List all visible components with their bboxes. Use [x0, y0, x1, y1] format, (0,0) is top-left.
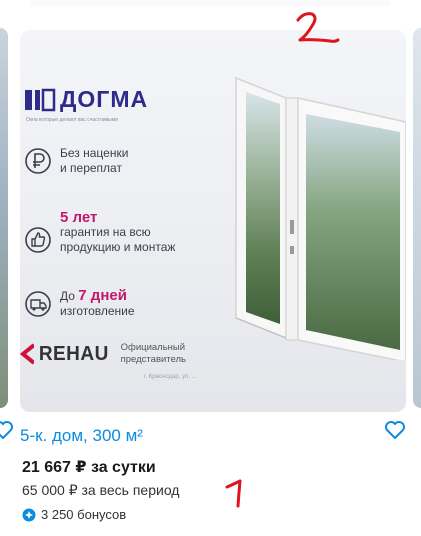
ruble-icon: [25, 148, 51, 174]
annotation-mark-2: [296, 12, 340, 43]
feature-3-prefix: До: [60, 289, 79, 303]
feature-1-line-2: и переплат: [60, 161, 122, 175]
ad-footnote: г. Краснодар, ул. ...: [144, 374, 197, 380]
listing-price: 21 667 ₽ за сутки: [22, 459, 156, 476]
feature-1-line-1: Без наценки: [60, 146, 129, 160]
feature-2-line-2: продукцию и монтаж: [60, 240, 176, 254]
feature-3-accent: 7 дней: [78, 287, 127, 304]
listing-title-link[interactable]: 5-к. дом, 300 м²: [20, 426, 143, 446]
feature-2-accent: 5 лет: [60, 209, 98, 226]
next-card-image[interactable]: [413, 28, 421, 408]
feature-3-line-2: изготовление: [60, 304, 135, 318]
partner-caption-line-2: представитель: [120, 354, 187, 365]
brand-logo: ДОГМА: [24, 86, 148, 113]
delivery-truck-icon: [25, 290, 51, 317]
bonus-badge-icon: [22, 508, 36, 521]
rehau-arrow-icon: [20, 343, 34, 365]
feature-production-time: До 7 дней изготовление: [24, 288, 135, 319]
annotation-mark-1: [225, 479, 242, 508]
previous-card-favorite-icon[interactable]: [0, 420, 14, 440]
bonus-text: 3 250 бонусов: [41, 507, 127, 522]
window-illustration: [235, 76, 406, 360]
brand-slogan: Окна которые делают вас счастливыми: [26, 117, 119, 123]
listing-photo[interactable]: ДОГМА Окна которые делают вас счастливым…: [20, 30, 406, 412]
partner-name: REHAU: [38, 342, 109, 365]
partner-logo: REHAU Официальный представитель: [20, 342, 186, 366]
listing-period-price: 65 000 ₽ за весь период: [22, 482, 180, 498]
feature-no-markup: Без наценки и переплат: [24, 146, 128, 176]
feature-warranty: 5 лет гарантия на всю продукцию и монтаж: [24, 210, 176, 255]
thumbs-up-icon: [25, 226, 51, 253]
feature-2-line-1: гарантия на всю: [60, 225, 151, 239]
favorite-heart-icon[interactable]: [384, 420, 406, 440]
listing-card[interactable]: ДОГМА Окна которые делают вас счастливым…: [20, 30, 406, 535]
brand-name: ДОГМА: [60, 86, 149, 112]
brand-mark-icon: [25, 88, 56, 111]
partner-caption-line-1: Официальный: [120, 342, 186, 353]
previous-card-image[interactable]: [0, 28, 8, 408]
bonus-info: 3 250 бонусов: [22, 507, 126, 522]
